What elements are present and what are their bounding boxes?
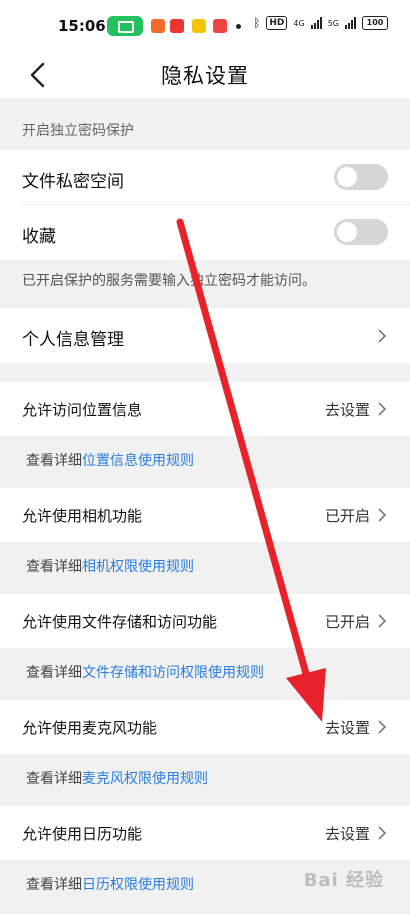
battery-icon: 100 bbox=[362, 16, 388, 30]
row-microphone-permission[interactable]: 允许使用麦克风功能 去设置 bbox=[0, 700, 410, 754]
storage-rules-link[interactable]: 文件存储和访问权限使用规则 bbox=[82, 665, 264, 681]
detail-prefix: 查看详细 bbox=[26, 453, 82, 469]
storage-rules-line: 查看详细文件存储和访问权限使用规则 bbox=[26, 662, 264, 682]
status-time: 15:06 bbox=[58, 17, 106, 35]
permission-status: 去设置 bbox=[324, 401, 370, 419]
row-calendar-permission[interactable]: 允许使用日历功能 去设置 bbox=[0, 806, 410, 860]
row-camera-permission[interactable]: 允许使用相机功能 已开启 bbox=[0, 488, 410, 542]
page-title: 隐私设置 bbox=[161, 64, 249, 88]
microphone-rules-line: 查看详细麦克风权限使用规则 bbox=[26, 768, 208, 788]
network-label-2: 5G bbox=[327, 18, 339, 28]
more-notifications-icon bbox=[236, 24, 241, 29]
chevron-right-icon bbox=[378, 329, 387, 343]
row-private-space[interactable]: 文件私密空间 bbox=[0, 150, 410, 205]
location-rules-link[interactable]: 位置信息使用规则 bbox=[82, 453, 194, 469]
row-label: 允许访问位置信息 bbox=[22, 401, 143, 419]
row-label: 文件私密空间 bbox=[22, 172, 124, 192]
permission-status: 已开启 bbox=[324, 613, 370, 631]
bluetooth-icon: ᛒ bbox=[253, 16, 261, 30]
row-personal-info[interactable]: 个人信息管理 bbox=[0, 308, 410, 363]
protection-note: 已开启保护的服务需要输入独立密码才能访问。 bbox=[22, 273, 316, 289]
toggle-knob bbox=[337, 167, 357, 187]
permission-status: 已开启 bbox=[324, 507, 370, 525]
row-label: 个人信息管理 bbox=[22, 330, 124, 350]
network-label: 4G bbox=[293, 18, 305, 28]
location-rules-line: 查看详细位置信息使用规则 bbox=[26, 450, 194, 470]
watermark: Bai 经验 bbox=[303, 870, 384, 891]
app-notification-icon bbox=[192, 19, 206, 33]
detail-prefix: 查看详细 bbox=[26, 559, 82, 575]
chevron-right-icon bbox=[378, 826, 387, 840]
calendar-rules-link[interactable]: 日历权限使用规则 bbox=[82, 877, 194, 893]
status-bar: 15:06 ᛒ HD 4G 5G 100 bbox=[0, 0, 410, 52]
signal-icon-2 bbox=[345, 17, 356, 29]
row-label: 收藏 bbox=[22, 227, 56, 247]
detail-prefix: 查看详细 bbox=[26, 665, 82, 681]
camera-rules-link[interactable]: 相机权限使用规则 bbox=[82, 559, 194, 575]
microphone-rules-link[interactable]: 麦克风权限使用规则 bbox=[82, 771, 208, 787]
permission-status: 去设置 bbox=[324, 719, 370, 737]
row-favorites[interactable]: 收藏 bbox=[0, 205, 410, 260]
row-label: 允许使用日历功能 bbox=[22, 825, 143, 843]
chevron-right-icon bbox=[378, 508, 387, 522]
app-notification-icon bbox=[213, 19, 227, 33]
screen-cast-icon bbox=[107, 16, 143, 36]
row-storage-permission[interactable]: 允许使用文件存储和访问功能 已开启 bbox=[0, 594, 410, 648]
calendar-rules-line: 查看详细日历权限使用规则 bbox=[26, 874, 194, 894]
hd-badge: HD bbox=[266, 16, 288, 30]
row-label: 允许使用文件存储和访问功能 bbox=[22, 613, 218, 631]
detail-prefix: 查看详细 bbox=[26, 771, 82, 787]
permission-status: 去设置 bbox=[324, 825, 370, 843]
row-location-permission[interactable]: 允许访问位置信息 去设置 bbox=[0, 382, 410, 436]
camera-rules-line: 查看详细相机权限使用规则 bbox=[26, 556, 194, 576]
app-notification-icon bbox=[151, 19, 165, 33]
chevron-right-icon bbox=[378, 402, 387, 416]
row-label: 允许使用麦克风功能 bbox=[22, 719, 158, 737]
detail-prefix: 查看详细 bbox=[26, 877, 82, 893]
row-label: 允许使用相机功能 bbox=[22, 507, 143, 525]
chevron-right-icon bbox=[378, 720, 387, 734]
section-label-password: 开启独立密码保护 bbox=[22, 123, 134, 139]
title-bar: 隐私设置 bbox=[0, 52, 410, 98]
private-space-toggle[interactable] bbox=[334, 164, 388, 190]
app-notification-icon bbox=[170, 19, 184, 33]
chevron-right-icon bbox=[378, 614, 387, 628]
toggle-knob bbox=[337, 222, 357, 242]
signal-icon bbox=[310, 17, 322, 29]
favorites-toggle[interactable] bbox=[334, 219, 388, 245]
status-indicators: ᛒ HD 4G 5G 100 bbox=[253, 16, 388, 30]
